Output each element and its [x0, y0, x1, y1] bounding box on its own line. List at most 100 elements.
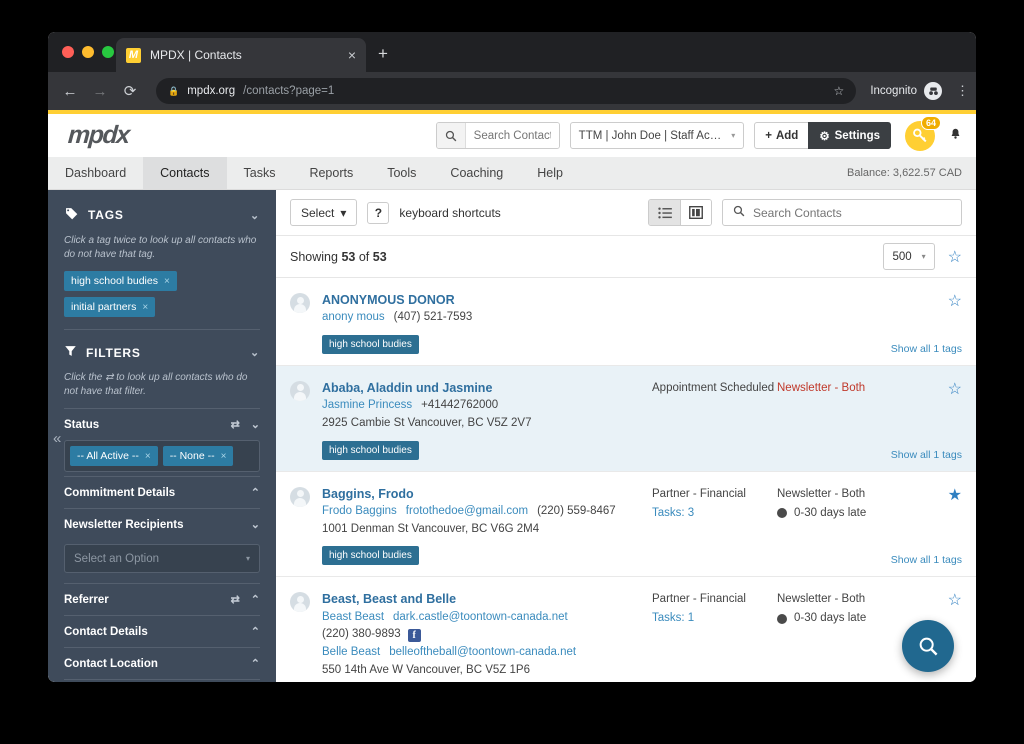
question-mark-icon[interactable]: ? [367, 201, 390, 224]
filter-section-contact-information[interactable]: Contact Information ⌃ [64, 680, 260, 682]
contact-person[interactable]: Jasmine Princess [322, 397, 412, 415]
nav-item-contacts[interactable]: Contacts [143, 157, 227, 189]
close-icon[interactable]: × [348, 48, 356, 62]
remove-icon[interactable]: × [164, 276, 170, 287]
chevron-down-icon[interactable]: ⌄ [250, 346, 260, 359]
showing-prefix: Showing [290, 249, 338, 264]
minimize-window-button[interactable] [82, 46, 94, 58]
contact-name[interactable]: Baggins, Frodo [322, 485, 652, 503]
close-window-button[interactable] [62, 46, 74, 58]
contacts-toolbar: Select ▾ ? keyboard shortcuts [276, 190, 976, 236]
contact-email[interactable]: frotothedoe@gmail.com [406, 503, 528, 521]
settings-button[interactable]: ⚙ Settings [808, 122, 891, 149]
list-view-icon[interactable] [649, 200, 680, 225]
keyboard-shortcuts-label[interactable]: keyboard shortcuts [399, 206, 500, 220]
facebook-icon[interactable]: f [407, 628, 421, 642]
contact-person[interactable]: Beast Beast [322, 609, 384, 627]
chevron-up-icon[interactable]: ⌃ [251, 657, 260, 670]
contact-email-2[interactable]: belleoftheball@toontown-canada.net [389, 644, 576, 662]
tag-pill[interactable]: high school budies × [64, 271, 177, 291]
chevron-down-icon[interactable]: ⌄ [251, 518, 260, 531]
reload-icon[interactable]: ⟳ [122, 82, 138, 100]
chevron-down-icon[interactable]: ⌄ [251, 418, 260, 431]
filter-section-label: Newsletter Recipients [64, 518, 184, 531]
select-dropdown[interactable]: Select ▾ [290, 199, 358, 226]
nav-item-dashboard[interactable]: Dashboard [48, 157, 143, 189]
nav-item-help[interactable]: Help [520, 157, 580, 189]
contact-row[interactable]: ANONYMOUS DONOR anony mous (407) 521-7593… [276, 278, 976, 366]
add-button[interactable]: + Add [754, 122, 810, 149]
search-input[interactable] [465, 123, 559, 148]
contact-person[interactable]: Frodo Baggins [322, 503, 397, 521]
app-body: TAGS ⌄ Click a tag twice to look up all … [48, 190, 976, 682]
show-all-tags-link[interactable]: Show all 1 tags [891, 554, 962, 566]
remove-icon[interactable]: × [221, 451, 227, 462]
contact-tag[interactable]: high school budies [322, 546, 419, 566]
forward-icon[interactable]: → [92, 83, 108, 100]
tag-pill[interactable]: initial partners × [64, 297, 156, 317]
contact-phone: +41442762000 [421, 399, 499, 412]
swap-icon[interactable]: ⇄ [231, 418, 240, 431]
favorite-star-icon[interactable]: ★ [940, 485, 962, 566]
contact-tasks-link[interactable]: Tasks: 3 [652, 504, 777, 523]
contact-tag[interactable]: high school budies [322, 440, 419, 460]
per-page-dropdown[interactable]: 500 ▾ [883, 243, 935, 270]
favorite-star-icon[interactable]: ☆ [940, 379, 962, 460]
filter-section-newsletter-recipients[interactable]: Newsletter Recipients ⌄ [64, 509, 260, 540]
sidebar-collapse-icon[interactable]: « [53, 430, 61, 447]
browser-menu-icon[interactable]: ⋮ [956, 84, 969, 97]
back-icon[interactable]: ← [62, 83, 78, 100]
show-all-tags-link[interactable]: Show all 1 tags [891, 449, 962, 461]
filters-section-header[interactable]: FILTERS ⌄ [64, 342, 260, 371]
contact-name[interactable]: Ababa, Aladdin und Jasmine [322, 379, 652, 397]
status-chip-box[interactable]: -- All Active -- × -- None -- × [64, 440, 260, 472]
contact-row[interactable]: Baggins, Frodo Frodo Baggins frotothedoe@… [276, 472, 976, 578]
star-filter-icon[interactable]: ☆ [948, 247, 962, 267]
show-all-tags-link[interactable]: Show all 1 tags [891, 343, 962, 355]
contacts-search-input[interactable] [753, 205, 951, 220]
filter-section-contact-location[interactable]: Contact Location ⌃ [64, 648, 260, 679]
coaching-coin-button[interactable]: 64 [905, 115, 941, 151]
filter-section-commitment-details[interactable]: Commitment Details ⌃ [64, 477, 260, 508]
chevron-down-icon[interactable]: ⌄ [250, 209, 260, 222]
status-chip[interactable]: -- None -- × [162, 446, 234, 466]
maximize-window-button[interactable] [102, 46, 114, 58]
newsletter-select[interactable]: Select an Option ▾ [64, 544, 260, 573]
contact-name[interactable]: ANONYMOUS DONOR [322, 291, 652, 309]
notifications-bell-icon[interactable] [949, 127, 962, 144]
nav-item-tasks[interactable]: Tasks [227, 157, 293, 189]
contact-person-2[interactable]: Belle Beast [322, 644, 380, 662]
filter-section-contact-details[interactable]: Contact Details ⌃ [64, 616, 260, 647]
contacts-search[interactable] [722, 199, 962, 226]
swap-icon[interactable]: ⇄ [231, 593, 240, 606]
address-bar[interactable]: 🔒 mpdx.org/contacts?page=1 ☆ [156, 78, 857, 104]
contact-row[interactable]: Ababa, Aladdin und Jasmine Jasmine Princ… [276, 365, 976, 472]
contacts-list: ANONYMOUS DONOR anony mous (407) 521-7593… [276, 278, 976, 682]
nav-item-reports[interactable]: Reports [292, 157, 370, 189]
contact-tag[interactable]: high school budies [322, 334, 419, 354]
header-search[interactable] [435, 122, 560, 149]
tags-section-header[interactable]: TAGS ⌄ [64, 204, 260, 234]
chevron-up-icon[interactable]: ⌃ [251, 486, 260, 499]
contact-tasks-link[interactable]: Tasks: 1 [652, 609, 777, 628]
remove-icon[interactable]: × [142, 302, 148, 313]
filter-section-status[interactable]: Status ⇄ ⌄ [64, 409, 260, 440]
new-tab-icon[interactable]: + [378, 44, 388, 64]
nav-item-tools[interactable]: Tools [370, 157, 433, 189]
status-chip[interactable]: -- All Active -- × [70, 446, 158, 466]
contact-email[interactable]: dark.castle@toontown-canada.net [393, 609, 568, 627]
contact-row[interactable]: Beast, Beast and Belle Beast Beast dark.c… [276, 577, 976, 682]
filter-section-referrer[interactable]: Referrer ⇄ ⌃ [64, 584, 260, 615]
browser-tab[interactable]: M MPDX | Contacts × [116, 38, 366, 72]
remove-icon[interactable]: × [145, 451, 151, 462]
floating-search-button[interactable] [902, 620, 954, 672]
column-view-icon[interactable] [680, 200, 711, 225]
nav-item-coaching[interactable]: Coaching [433, 157, 520, 189]
chevron-up-icon[interactable]: ⌃ [251, 625, 260, 638]
bookmark-icon[interactable]: ☆ [824, 84, 845, 98]
account-selector[interactable]: TTM | John Doe | Staff Ac… ▾ [569, 122, 745, 149]
chevron-up-icon[interactable]: ⌃ [251, 593, 260, 606]
contact-person[interactable]: anony mous [322, 309, 385, 327]
contact-name[interactable]: Beast, Beast and Belle [322, 590, 652, 608]
mpdx-logo[interactable]: mpdx [67, 121, 130, 150]
